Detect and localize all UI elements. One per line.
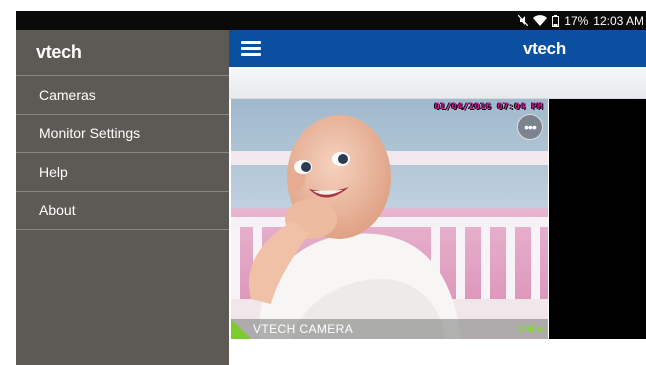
app-bar: vtech [229,30,646,67]
camera-feed-image [231,99,548,339]
empty-camera-slot [549,99,646,339]
mute-icon [518,15,529,26]
hamburger-icon[interactable] [241,41,261,56]
navigation-drawer: vtech Cameras Monitor Settings Help Abou… [16,30,229,365]
vtech-logo: vtech [36,42,82,62]
camera-timestamp: 01/04/2016 07:04 PM [434,102,543,112]
app-bar-logo: vtech [523,39,566,58]
wifi-icon [533,15,548,26]
drawer-item-help[interactable]: Help [16,153,229,192]
drawer-header: vtech [16,30,229,76]
battery-icon [552,14,560,27]
clock: 12:03 AM [593,13,644,28]
more-icon[interactable]: ••• [517,114,543,140]
drawer-item-about[interactable]: About [16,192,229,230]
drawer-item-label: Help [39,163,68,180]
drawer-item-label: About [39,202,76,219]
camera-status: Online [516,324,545,335]
drawer-item-cameras[interactable]: Cameras [16,76,229,115]
camera-feed-tile[interactable]: 01/04/2016 07:04 PM ••• VTECH CAMERA Onl… [231,99,548,339]
battery-percent: 17% [564,13,589,28]
toolbar-strip [229,67,646,99]
status-bar: 17% 12:03 AM [16,11,646,30]
drawer-item-label: Monitor Settings [39,125,141,142]
signal-corner-icon [231,319,251,339]
camera-name: VTECH CAMERA [253,322,354,336]
camera-footer: VTECH CAMERA Online [231,319,548,339]
drawer-item-label: Cameras [39,86,96,103]
drawer-item-monitor-settings[interactable]: Monitor Settings [16,115,229,153]
